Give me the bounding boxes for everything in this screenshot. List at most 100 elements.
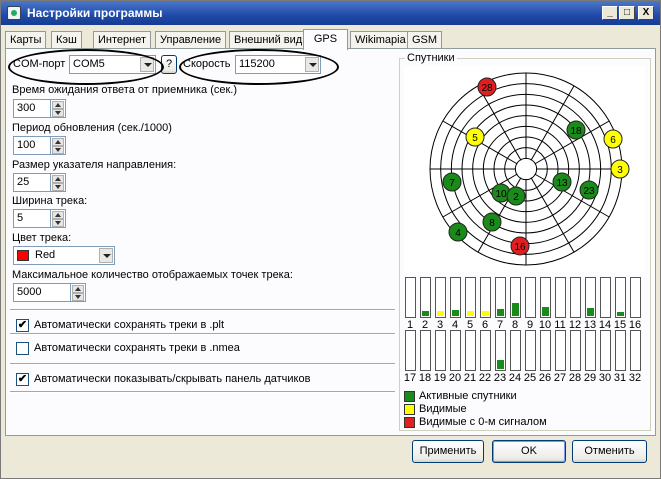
sky-spoke <box>530 85 575 161</box>
tab-appearance[interactable]: Внешний вид <box>229 31 308 49</box>
autosave-plt-checkbox[interactable]: ✔ <box>16 319 29 332</box>
divider <box>10 309 395 311</box>
satellite-label: 7 <box>449 178 455 189</box>
stepper-down-icon[interactable] <box>52 183 64 191</box>
signal-bar-number: 26 <box>538 372 552 384</box>
signal-bar-fill <box>482 311 489 316</box>
gps-panel: COM-порт COM5 ? Скорость 115200 Время ож… <box>5 48 656 436</box>
signal-bar <box>480 277 491 318</box>
legend-visible-label: Видимые <box>419 403 467 415</box>
window-title: Настройки программы <box>27 6 163 20</box>
signal-bar-number: 25 <box>523 372 537 384</box>
ok-button[interactable]: OK <box>492 440 566 463</box>
signal-bar <box>585 330 596 371</box>
legend-zero-label: Видимые с 0-м сигналом <box>419 416 547 428</box>
signal-bar <box>615 277 626 318</box>
stepper-up-icon[interactable] <box>72 285 84 293</box>
signal-bar-number: 17 <box>403 372 417 384</box>
speed-highlight-ellipse <box>179 49 339 85</box>
stepper-up-icon[interactable] <box>52 211 64 219</box>
pointer-size-label: Размер указателя направления: <box>12 159 177 171</box>
signal-bar <box>540 330 551 371</box>
com-port-highlight-ellipse <box>8 49 164 85</box>
signal-bar <box>495 330 506 371</box>
auto-sensors-checkbox[interactable]: ✔ <box>16 373 29 386</box>
stepper-up-icon[interactable] <box>52 175 64 183</box>
stepper-down-icon[interactable] <box>52 146 64 154</box>
auto-sensors-label[interactable]: Автоматически показывать/скрывать панель… <box>34 373 310 385</box>
pointer-size-input[interactable]: 25 <box>13 173 51 192</box>
signal-bar <box>420 277 431 318</box>
track-width-label: Ширина трека: <box>12 195 88 207</box>
satellite-label: 28 <box>481 83 493 94</box>
signal-bar <box>435 277 446 318</box>
stepper-down-icon[interactable] <box>52 219 64 227</box>
close-button[interactable]: X <box>638 6 654 20</box>
tab-gps[interactable]: GPS <box>303 29 348 50</box>
tab-gsm[interactable]: GSM <box>407 31 443 49</box>
pointer-size-stepper[interactable] <box>51 173 66 192</box>
satellites-group-title: Спутники <box>405 52 457 64</box>
signal-bar <box>465 277 476 318</box>
tab-internet[interactable]: Интернет <box>93 31 151 49</box>
legend-swatch-zero <box>404 417 415 428</box>
refresh-input[interactable]: 100 <box>13 136 51 155</box>
stepper-up-icon[interactable] <box>52 138 64 146</box>
legend-swatch-active <box>404 391 415 402</box>
tab-cache[interactable]: Кэш <box>51 31 82 49</box>
signal-bar-number: 24 <box>508 372 522 384</box>
track-width-input[interactable]: 5 <box>13 209 51 228</box>
signal-bar <box>405 277 416 318</box>
timeout-label: Время ожидания ответа от приемника (сек.… <box>12 84 238 96</box>
refresh-label: Период обновления (сек./1000) <box>12 122 172 134</box>
satellite-label: 16 <box>514 242 526 253</box>
signal-bar-fill <box>542 307 549 316</box>
divider <box>10 333 395 335</box>
signal-bar <box>525 277 536 318</box>
signal-bar <box>525 330 536 371</box>
autosave-nmea-label[interactable]: Автоматически сохранять треки в .nmea <box>34 342 240 354</box>
tab-maps[interactable]: Карты <box>5 31 47 49</box>
max-points-stepper[interactable] <box>71 283 86 302</box>
stepper-down-icon[interactable] <box>72 293 84 301</box>
signal-bar <box>630 330 641 371</box>
signal-bar <box>465 330 476 371</box>
stepper-down-icon[interactable] <box>52 109 64 117</box>
cancel-button[interactable]: Отменить <box>572 440 647 463</box>
tab-wikimapia[interactable]: Wikimapia <box>350 31 411 49</box>
maximize-button[interactable]: □ <box>619 6 635 20</box>
signal-bar <box>555 330 566 371</box>
autosave-nmea-checkbox[interactable] <box>16 342 29 355</box>
signal-bar-fill <box>452 310 459 316</box>
timeout-input[interactable]: 300 <box>13 99 51 118</box>
minimize-button[interactable]: _ <box>602 6 618 20</box>
track-width-stepper[interactable] <box>51 209 66 228</box>
apply-button[interactable]: Применить <box>412 440 484 463</box>
signal-bar-fill <box>467 311 474 316</box>
signal-bar-number: 32 <box>628 372 642 384</box>
signal-bar <box>540 277 551 318</box>
signal-bar-fill <box>512 303 519 316</box>
signal-bar <box>450 277 461 318</box>
signal-bar-number: 21 <box>463 372 477 384</box>
max-points-label: Максимальное количество отображаемых точ… <box>12 269 293 281</box>
signal-bar <box>510 330 521 371</box>
signal-bar <box>555 277 566 318</box>
signal-bar-fill <box>617 312 624 316</box>
title-bar[interactable]: Настройки программы _ □ X <box>1 1 660 25</box>
stepper-up-icon[interactable] <box>52 101 64 109</box>
track-color-dropdown-icon[interactable] <box>99 248 113 263</box>
tab-strip: Карты Кэш Интернет Управление Внешний ви… <box>5 29 655 50</box>
satellite-label: 13 <box>556 178 568 189</box>
satellite-label: 23 <box>583 186 595 197</box>
autosave-plt-label[interactable]: Автоматически сохранять треки в .plt <box>34 319 224 331</box>
signal-bar <box>405 330 416 371</box>
refresh-stepper[interactable] <box>51 136 66 155</box>
divider <box>10 363 395 365</box>
max-points-input[interactable]: 5000 <box>13 283 71 302</box>
signal-bar-fill <box>437 311 444 316</box>
signal-bar-fill <box>497 309 504 316</box>
timeout-stepper[interactable] <box>51 99 66 118</box>
tab-control[interactable]: Управление <box>155 31 227 49</box>
signal-bar <box>585 277 596 318</box>
